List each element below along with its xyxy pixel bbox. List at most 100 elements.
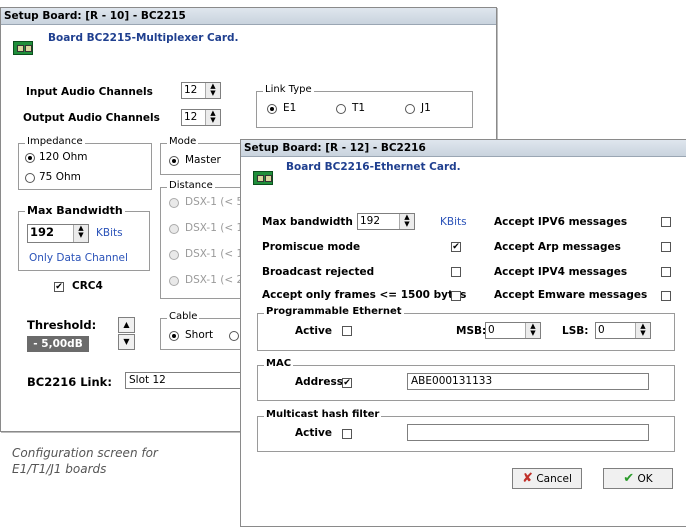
radio-distance-2[interactable] xyxy=(169,224,179,234)
promiscue-checkbox[interactable]: ✔ xyxy=(451,242,461,252)
input-audio-spinner[interactable]: 12 ▲ ▼ xyxy=(181,82,221,99)
radio-120-ohm[interactable] xyxy=(25,153,35,163)
input-audio-label: Input Audio Channels xyxy=(26,86,153,98)
cable-legend: Cable xyxy=(167,311,200,322)
max-bw-spinner[interactable]: 192 ▲ ▼ xyxy=(357,213,415,230)
radio-distance-1[interactable] xyxy=(169,198,179,208)
bc2216-link-label: BC2216 Link: xyxy=(27,375,112,389)
multicast-group: Multicast hash filter Active xyxy=(257,409,675,452)
ipv6-label: Accept IPV6 messages xyxy=(494,216,628,228)
board-icon xyxy=(253,171,273,185)
radio-t1[interactable] xyxy=(336,104,346,114)
emware-label: Accept Emware messages xyxy=(494,289,648,301)
ipv4-label: Accept IPV4 messages xyxy=(494,266,628,278)
radio-t1-label: T1 xyxy=(352,102,366,114)
accept-frames-checkbox[interactable] xyxy=(451,291,461,301)
spinner-arrows-icon[interactable]: ▲ ▼ xyxy=(205,83,220,98)
spinner-arrows-icon[interactable]: ▲ ▼ xyxy=(399,214,414,229)
radio-distance-4[interactable] xyxy=(169,276,179,286)
threshold-value: - 5,00dB xyxy=(27,336,89,352)
mac-legend: MAC xyxy=(264,358,294,369)
broadcast-checkbox[interactable] xyxy=(451,267,461,277)
lsb-label: LSB: xyxy=(562,325,589,337)
board-icon xyxy=(13,41,33,55)
radio-e1[interactable] xyxy=(267,104,277,114)
bc2216-setup-window: Setup Board: [R - 12] - BC2216 Board BC2… xyxy=(240,139,686,527)
cancel-label: Cancel xyxy=(536,473,572,485)
threshold-up-button[interactable]: ▲ xyxy=(118,317,135,333)
window-title: Setup Board: [R - 10] - BC2215 xyxy=(1,8,496,25)
crc4-checkbox[interactable]: ✔ xyxy=(54,282,64,292)
output-audio-spinner[interactable]: 12 ▲ ▼ xyxy=(181,109,221,126)
max-bandwidth-group: Max Bandwidth 192 ▲ ▼ KBits Only Data Cha… xyxy=(18,204,150,271)
mac-address-checkbox[interactable]: ✔ xyxy=(342,378,352,388)
link-type-legend: Link Type xyxy=(263,84,314,95)
max-bw-value: 192 xyxy=(360,215,381,227)
threshold-label: Threshold: xyxy=(27,318,97,332)
max-bandwidth-unit: KBits xyxy=(96,227,123,239)
max-bw-unit: KBits xyxy=(440,216,467,228)
radio-75-ohm[interactable] xyxy=(25,173,35,183)
multicast-active-checkbox[interactable] xyxy=(342,429,352,439)
impedance-group: Impedance 120 Ohm 75 Ohm xyxy=(18,136,152,190)
max-bandwidth-spinner[interactable]: 192 ▲ ▼ xyxy=(27,224,89,243)
mac-address-input[interactable]: ABE000131133 xyxy=(407,373,649,390)
board-title: Board BC2215-Multiplexer Card. xyxy=(48,32,239,44)
msb-label: MSB: xyxy=(456,325,487,337)
lsb-spinner[interactable]: 0 ▲ ▼ xyxy=(595,322,651,339)
mode-legend: Mode xyxy=(167,136,199,147)
window-title: Setup Board: [R - 12] - BC2216 xyxy=(241,140,686,157)
lsb-value: 0 xyxy=(598,324,605,336)
multicast-input[interactable] xyxy=(407,424,649,441)
msb-spinner[interactable]: 0 ▲ ▼ xyxy=(485,322,541,339)
cancel-icon: ✘ xyxy=(522,471,533,486)
radio-short[interactable] xyxy=(169,331,179,341)
programmable-ethernet-legend: Programmable Ethernet xyxy=(264,306,404,317)
ok-label: OK xyxy=(637,473,653,485)
input-audio-value: 12 xyxy=(184,84,198,96)
radio-e1-label: E1 xyxy=(283,102,297,114)
cancel-button[interactable]: ✘ Cancel xyxy=(512,468,582,489)
radio-distance-1-label: DSX-1 (< 5( xyxy=(185,196,248,208)
spinner-arrows-icon[interactable]: ▲ ▼ xyxy=(525,323,540,338)
max-bw-label: Max bandwidth xyxy=(262,216,353,228)
impedance-legend: Impedance xyxy=(25,136,85,147)
broadcast-label: Broadcast rejected xyxy=(262,266,375,278)
arp-label: Accept Arp messages xyxy=(494,241,621,253)
ipv6-checkbox[interactable] xyxy=(661,217,671,227)
promiscue-label: Promiscue mode xyxy=(262,241,361,253)
arp-checkbox[interactable] xyxy=(661,242,671,252)
spinner-arrows-icon[interactable]: ▲ ▼ xyxy=(205,110,220,125)
radio-120-ohm-label: 120 Ohm xyxy=(39,151,88,163)
max-bandwidth-legend: Max Bandwidth xyxy=(25,204,125,217)
caption-line-2: E1/T1/J1 boards xyxy=(12,462,107,476)
spinner-arrows-icon[interactable]: ▲ ▼ xyxy=(635,323,650,338)
max-bandwidth-value: 192 xyxy=(30,225,55,239)
ipv4-checkbox[interactable] xyxy=(661,267,671,277)
multicast-legend: Multicast hash filter xyxy=(264,409,382,420)
radio-j1[interactable] xyxy=(405,104,415,114)
ok-icon: ✔ xyxy=(623,471,635,486)
threshold-down-button[interactable]: ▼ xyxy=(118,334,135,350)
spinner-arrows-icon[interactable]: ▲ ▼ xyxy=(73,225,88,242)
mac-group: MAC Address ✔ ABE000131133 xyxy=(257,358,675,401)
ok-button[interactable]: ✔ OK xyxy=(603,468,673,489)
radio-distance-3[interactable] xyxy=(169,250,179,260)
radio-master[interactable] xyxy=(169,156,179,166)
mac-address-label: Address xyxy=(295,376,343,388)
programmable-ethernet-group: Programmable Ethernet Active MSB: 0 ▲ ▼ L… xyxy=(257,306,675,351)
crc4-label: CRC4 xyxy=(72,280,103,292)
radio-j1-label: J1 xyxy=(421,102,431,114)
distance-legend: Distance xyxy=(167,180,215,191)
radio-75-ohm-label: 75 Ohm xyxy=(39,171,81,183)
multicast-active-label: Active xyxy=(295,427,332,439)
board-title: Board BC2216-Ethernet Card. xyxy=(286,161,461,173)
prog-eth-active-checkbox[interactable] xyxy=(342,326,352,336)
caption: Configuration screen for E1/T1/J1 boards xyxy=(12,445,158,477)
emware-checkbox[interactable] xyxy=(661,291,671,301)
prog-eth-active-label: Active xyxy=(295,325,332,337)
radio-short-label: Short xyxy=(185,329,214,341)
caption-line-1: Configuration screen for xyxy=(12,446,158,460)
radio-cable-other[interactable] xyxy=(229,331,239,341)
radio-master-label: Master xyxy=(185,154,221,166)
